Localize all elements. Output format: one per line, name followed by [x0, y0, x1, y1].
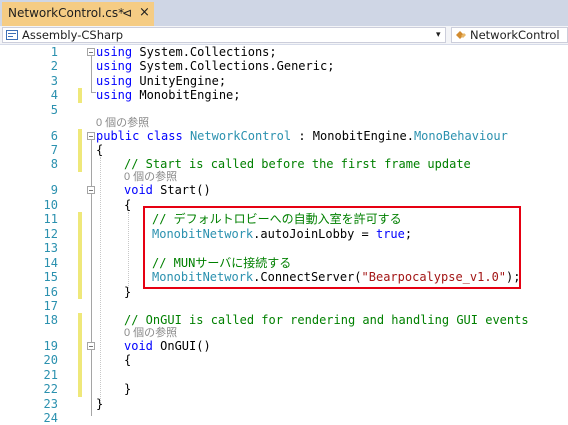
code-line-3: using UnityEngine;	[96, 74, 227, 88]
line-number: 16	[43, 285, 58, 299]
code-line-2: using System.Collections.Generic;	[96, 59, 335, 73]
change-marker	[78, 313, 82, 397]
project-label: Assembly-CSharp	[22, 28, 124, 42]
change-marker	[78, 129, 82, 172]
highlight-box	[143, 206, 521, 289]
pin-icon[interactable]: ⊲	[122, 6, 132, 20]
line-number: 8	[50, 157, 58, 171]
line-number: 15	[43, 270, 58, 284]
line-number: 2	[50, 59, 58, 73]
line-number: 24	[43, 411, 58, 425]
chevron-down-icon[interactable]: ▾	[436, 27, 441, 43]
line-number: 13	[43, 241, 58, 255]
change-marker	[78, 88, 82, 103]
close-icon[interactable]: ×	[139, 5, 150, 20]
line-number: 22	[43, 382, 58, 396]
line-number: 4	[50, 88, 58, 102]
code-line-7: {	[96, 143, 104, 157]
outline-line	[91, 140, 92, 416]
line-number: 21	[43, 368, 58, 382]
reference-count[interactable]: 0 個の参照	[124, 326, 177, 340]
collapse-icon[interactable]	[87, 48, 95, 56]
code-line-1: using System.Collections;	[96, 45, 277, 59]
line-number: 7	[50, 143, 58, 157]
code-line-9: void Start()	[124, 183, 211, 197]
line-number: 10	[43, 198, 58, 212]
class-dropdown[interactable]: NetworkControl	[451, 27, 568, 43]
indent-guide	[100, 157, 101, 403]
code-line-4: using MonobitEngine;	[96, 88, 241, 102]
code-line-22: }	[124, 382, 132, 396]
outline-line	[91, 56, 92, 92]
line-number: 19	[43, 339, 58, 353]
line-number: 23	[43, 397, 58, 411]
tab-strip: NetworkControl.cs* ⊲ ×	[0, 0, 568, 27]
collapse-icon[interactable]	[87, 132, 95, 140]
line-number: 18	[43, 313, 58, 327]
line-number: 17	[43, 299, 58, 313]
navigation-bar: Assembly-CSharp ▾ NetworkControl	[0, 26, 568, 45]
line-number: 11	[43, 212, 58, 226]
indent-guide	[128, 212, 129, 288]
line-number: 12	[43, 227, 58, 241]
code-line-19: void OnGUI()	[124, 339, 211, 353]
line-number: 9	[50, 183, 58, 197]
collapse-icon[interactable]	[87, 186, 95, 194]
tab-title: NetworkControl.cs*	[8, 6, 125, 20]
line-number: 3	[50, 74, 58, 88]
code-editor[interactable]: 1 2 3 4 5 6 7 8 9 10 11 12 13 14 15 16 1…	[0, 45, 568, 425]
class-icon	[456, 31, 466, 39]
collapse-icon[interactable]	[87, 342, 95, 350]
line-number: 6	[50, 129, 58, 143]
line-number: 1	[50, 45, 58, 59]
code-line-10: {	[124, 198, 132, 212]
class-label: NetworkControl	[470, 28, 560, 42]
code-line-20: {	[124, 353, 132, 367]
line-number: 14	[43, 256, 58, 270]
code-line-18: // OnGUI is called for rendering and han…	[124, 313, 529, 327]
line-number: 20	[43, 353, 58, 367]
reference-count[interactable]: 0 個の参照	[124, 170, 177, 184]
csharp-project-icon	[6, 30, 18, 40]
reference-count[interactable]: 0 個の参照	[96, 116, 149, 130]
code-line-16: }	[124, 285, 132, 299]
code-line-6: public class NetworkControl : MonobitEng…	[96, 129, 508, 143]
change-marker	[78, 212, 82, 299]
code-line-8: // Start is called before the first fram…	[124, 157, 471, 171]
code-line-23: }	[96, 397, 104, 411]
tab-networkcontrol[interactable]: NetworkControl.cs* ⊲ ×	[2, 2, 154, 26]
line-number: 5	[50, 103, 58, 117]
project-dropdown[interactable]: Assembly-CSharp ▾	[2, 27, 446, 43]
